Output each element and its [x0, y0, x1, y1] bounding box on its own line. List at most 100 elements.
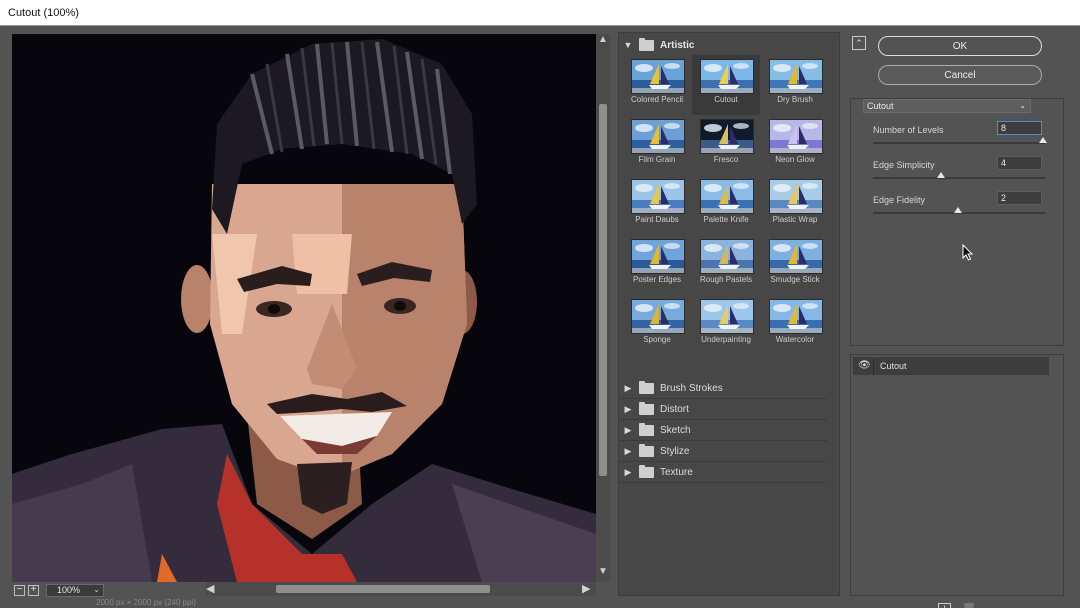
- sailboat-thumbnail-image: [631, 179, 685, 214]
- folder-icon: [639, 465, 654, 478]
- filter-thumbnail-palette-knife[interactable]: Palette Knife: [692, 175, 760, 235]
- plus-icon: +: [941, 603, 947, 608]
- param-label: Edge Fidelity: [873, 195, 926, 205]
- delete-effect-layer-button[interactable]: 🗑: [962, 602, 976, 608]
- param-value-input[interactable]: 2: [997, 191, 1042, 205]
- filter-thumbnail-label: Cutout: [714, 95, 738, 104]
- preview-canvas[interactable]: [12, 34, 596, 582]
- filter-thumbnail-label: Rough Pastels: [699, 275, 753, 284]
- sailboat-thumbnail-image: [769, 179, 823, 214]
- filter-thumbnail-neon-glow[interactable]: Neon Glow: [761, 115, 829, 175]
- scroll-down-icon[interactable]: ▼: [598, 566, 608, 577]
- filter-thumbnail-dry-brush[interactable]: Dry Brush: [761, 55, 829, 115]
- zoom-controls: − + 100% ⌄: [14, 582, 104, 598]
- filter-select-value: Cutout: [867, 101, 894, 111]
- triangle-right-icon: ▶: [624, 404, 632, 414]
- filter-select[interactable]: Cutout ⌄: [863, 99, 1031, 113]
- category-distort[interactable]: ▶ Distort: [619, 400, 827, 420]
- category-brush-strokes[interactable]: ▶ Brush Strokes: [619, 379, 827, 399]
- sailboat-thumbnail-image: [769, 239, 823, 274]
- sailboat-thumbnail-image: [631, 119, 685, 154]
- filter-thumbnail-plastic-wrap[interactable]: Plastic Wrap: [761, 175, 829, 235]
- filter-thumbnail-sponge[interactable]: Sponge: [623, 295, 691, 355]
- scroll-up-icon[interactable]: ▲: [598, 34, 608, 45]
- filter-thumbnail-cutout[interactable]: Cutout: [692, 55, 760, 115]
- triangle-right-icon: ▶: [624, 383, 632, 393]
- folder-icon: [639, 423, 654, 436]
- filter-thumbnail-paint-daubs[interactable]: Paint Daubs: [623, 175, 691, 235]
- param-number-of-levels: Number of Levels 8: [873, 121, 1047, 155]
- param-label: Number of Levels: [873, 125, 944, 135]
- param-slider-knob[interactable]: [937, 172, 945, 178]
- sailboat-thumbnail-image: [700, 179, 754, 214]
- filter-thumbnail-fresco[interactable]: Fresco: [692, 115, 760, 175]
- plus-icon: +: [30, 584, 37, 595]
- filter-thumbnail-underpainting[interactable]: Underpainting: [692, 295, 760, 355]
- new-effect-layer-button[interactable]: +: [938, 603, 951, 608]
- filter-settings-panel: Cutout ⌄ Number of Levels 8 Edge Simplicit…: [850, 98, 1064, 346]
- param-slider-knob[interactable]: [954, 207, 962, 213]
- effect-layer-row[interactable]: 👁 Cutout: [853, 357, 1049, 375]
- filter-thumbnail-label: Film Grain: [638, 155, 676, 164]
- param-slider-track[interactable]: [873, 142, 1045, 144]
- filter-thumbnail-label: Smudge Stick: [770, 275, 820, 284]
- filter-thumbnail-label: Poster Edges: [632, 275, 682, 284]
- filter-thumbnail-label: Fresco: [713, 155, 739, 164]
- vertical-scroll-thumb[interactable]: [599, 104, 607, 476]
- filter-gallery: ▼ Artistic Colored Pencil Cutout Dry Brush…: [618, 32, 840, 596]
- cancel-button[interactable]: Cancel: [878, 65, 1042, 85]
- scroll-right-icon[interactable]: ▶: [582, 582, 590, 595]
- param-value-input[interactable]: 8: [997, 121, 1042, 135]
- triangle-down-icon: ▼: [623, 40, 633, 50]
- filter-thumbnail-rough-pastels[interactable]: Rough Pastels: [692, 235, 760, 295]
- zoom-value: 100%: [57, 585, 81, 595]
- filter-thumbnail-label: Paint Daubs: [635, 215, 679, 224]
- filter-thumbnail-label: Sponge: [643, 335, 671, 344]
- filter-thumbnail-colored-pencil[interactable]: Colored Pencil: [623, 55, 691, 115]
- param-slider-knob[interactable]: [1039, 137, 1047, 143]
- filter-thumbnail-watercolor[interactable]: Watercolor: [761, 295, 829, 355]
- folder-icon: [639, 402, 654, 415]
- category-label: Distort: [660, 404, 689, 415]
- triangle-right-icon: ▶: [624, 467, 632, 477]
- sailboat-thumbnail-image: [700, 239, 754, 274]
- category-texture[interactable]: ▶ Texture: [619, 463, 827, 483]
- window-title: Cutout (100%): [8, 7, 79, 19]
- param-slider-track[interactable]: [873, 177, 1045, 179]
- sailboat-thumbnail-image: [769, 59, 823, 94]
- filter-thumbnail-film-grain[interactable]: Film Grain: [623, 115, 691, 175]
- category-artistic[interactable]: ▼ Artistic: [623, 37, 694, 53]
- param-edge-fidelity: Edge Fidelity 2: [873, 191, 1045, 225]
- category-sketch[interactable]: ▶ Sketch: [619, 421, 827, 441]
- zoom-select[interactable]: 100% ⌄: [46, 583, 104, 597]
- collapse-icon: ⌃: [855, 38, 863, 48]
- preview-vertical-scrollbar[interactable]: ▲ ▼: [596, 34, 610, 582]
- param-value-input[interactable]: 4: [997, 156, 1042, 170]
- filter-thumbnail-label: Palette Knife: [703, 215, 749, 224]
- mouse-cursor-icon: [962, 244, 974, 261]
- ok-button[interactable]: OK: [878, 36, 1042, 56]
- sailboat-thumbnail-image: [769, 299, 823, 334]
- folder-icon: [639, 37, 654, 51]
- filter-thumbnail-label: Dry Brush: [777, 95, 813, 104]
- title-bar: Cutout (100%): [0, 0, 1080, 26]
- zoom-out-button[interactable]: −: [14, 584, 25, 596]
- category-label: Stylize: [660, 446, 690, 457]
- effect-layer-label: Cutout: [880, 361, 907, 371]
- filter-thumbnail-smudge-stick[interactable]: Smudge Stick: [761, 235, 829, 295]
- scroll-left-icon[interactable]: ◀: [206, 582, 214, 595]
- horizontal-scroll-thumb[interactable]: [276, 585, 490, 593]
- filter-thumbnail-label: Colored Pencil: [630, 95, 684, 104]
- filter-thumbnail-label: Neon Glow: [775, 155, 815, 164]
- filter-gallery-dialog: ▲ ▼ ◀ ▶ − + 100% ⌄ 2000 px × 2000 px (24…: [0, 26, 1080, 608]
- category-stylize[interactable]: ▶ Stylize: [619, 442, 827, 462]
- sailboat-thumbnail-image: [700, 299, 754, 334]
- category-label: Brush Strokes: [660, 383, 723, 394]
- sailboat-thumbnail-image: [631, 239, 685, 274]
- filter-thumbnail-poster-edges[interactable]: Poster Edges: [623, 235, 691, 295]
- cutout-portrait-image: [12, 34, 596, 582]
- zoom-in-button[interactable]: +: [28, 584, 39, 596]
- eye-icon[interactable]: 👁: [858, 360, 871, 372]
- preview-horizontal-scrollbar[interactable]: ◀ ▶: [206, 582, 596, 596]
- collapse-gallery-button[interactable]: ⌃: [852, 36, 866, 50]
